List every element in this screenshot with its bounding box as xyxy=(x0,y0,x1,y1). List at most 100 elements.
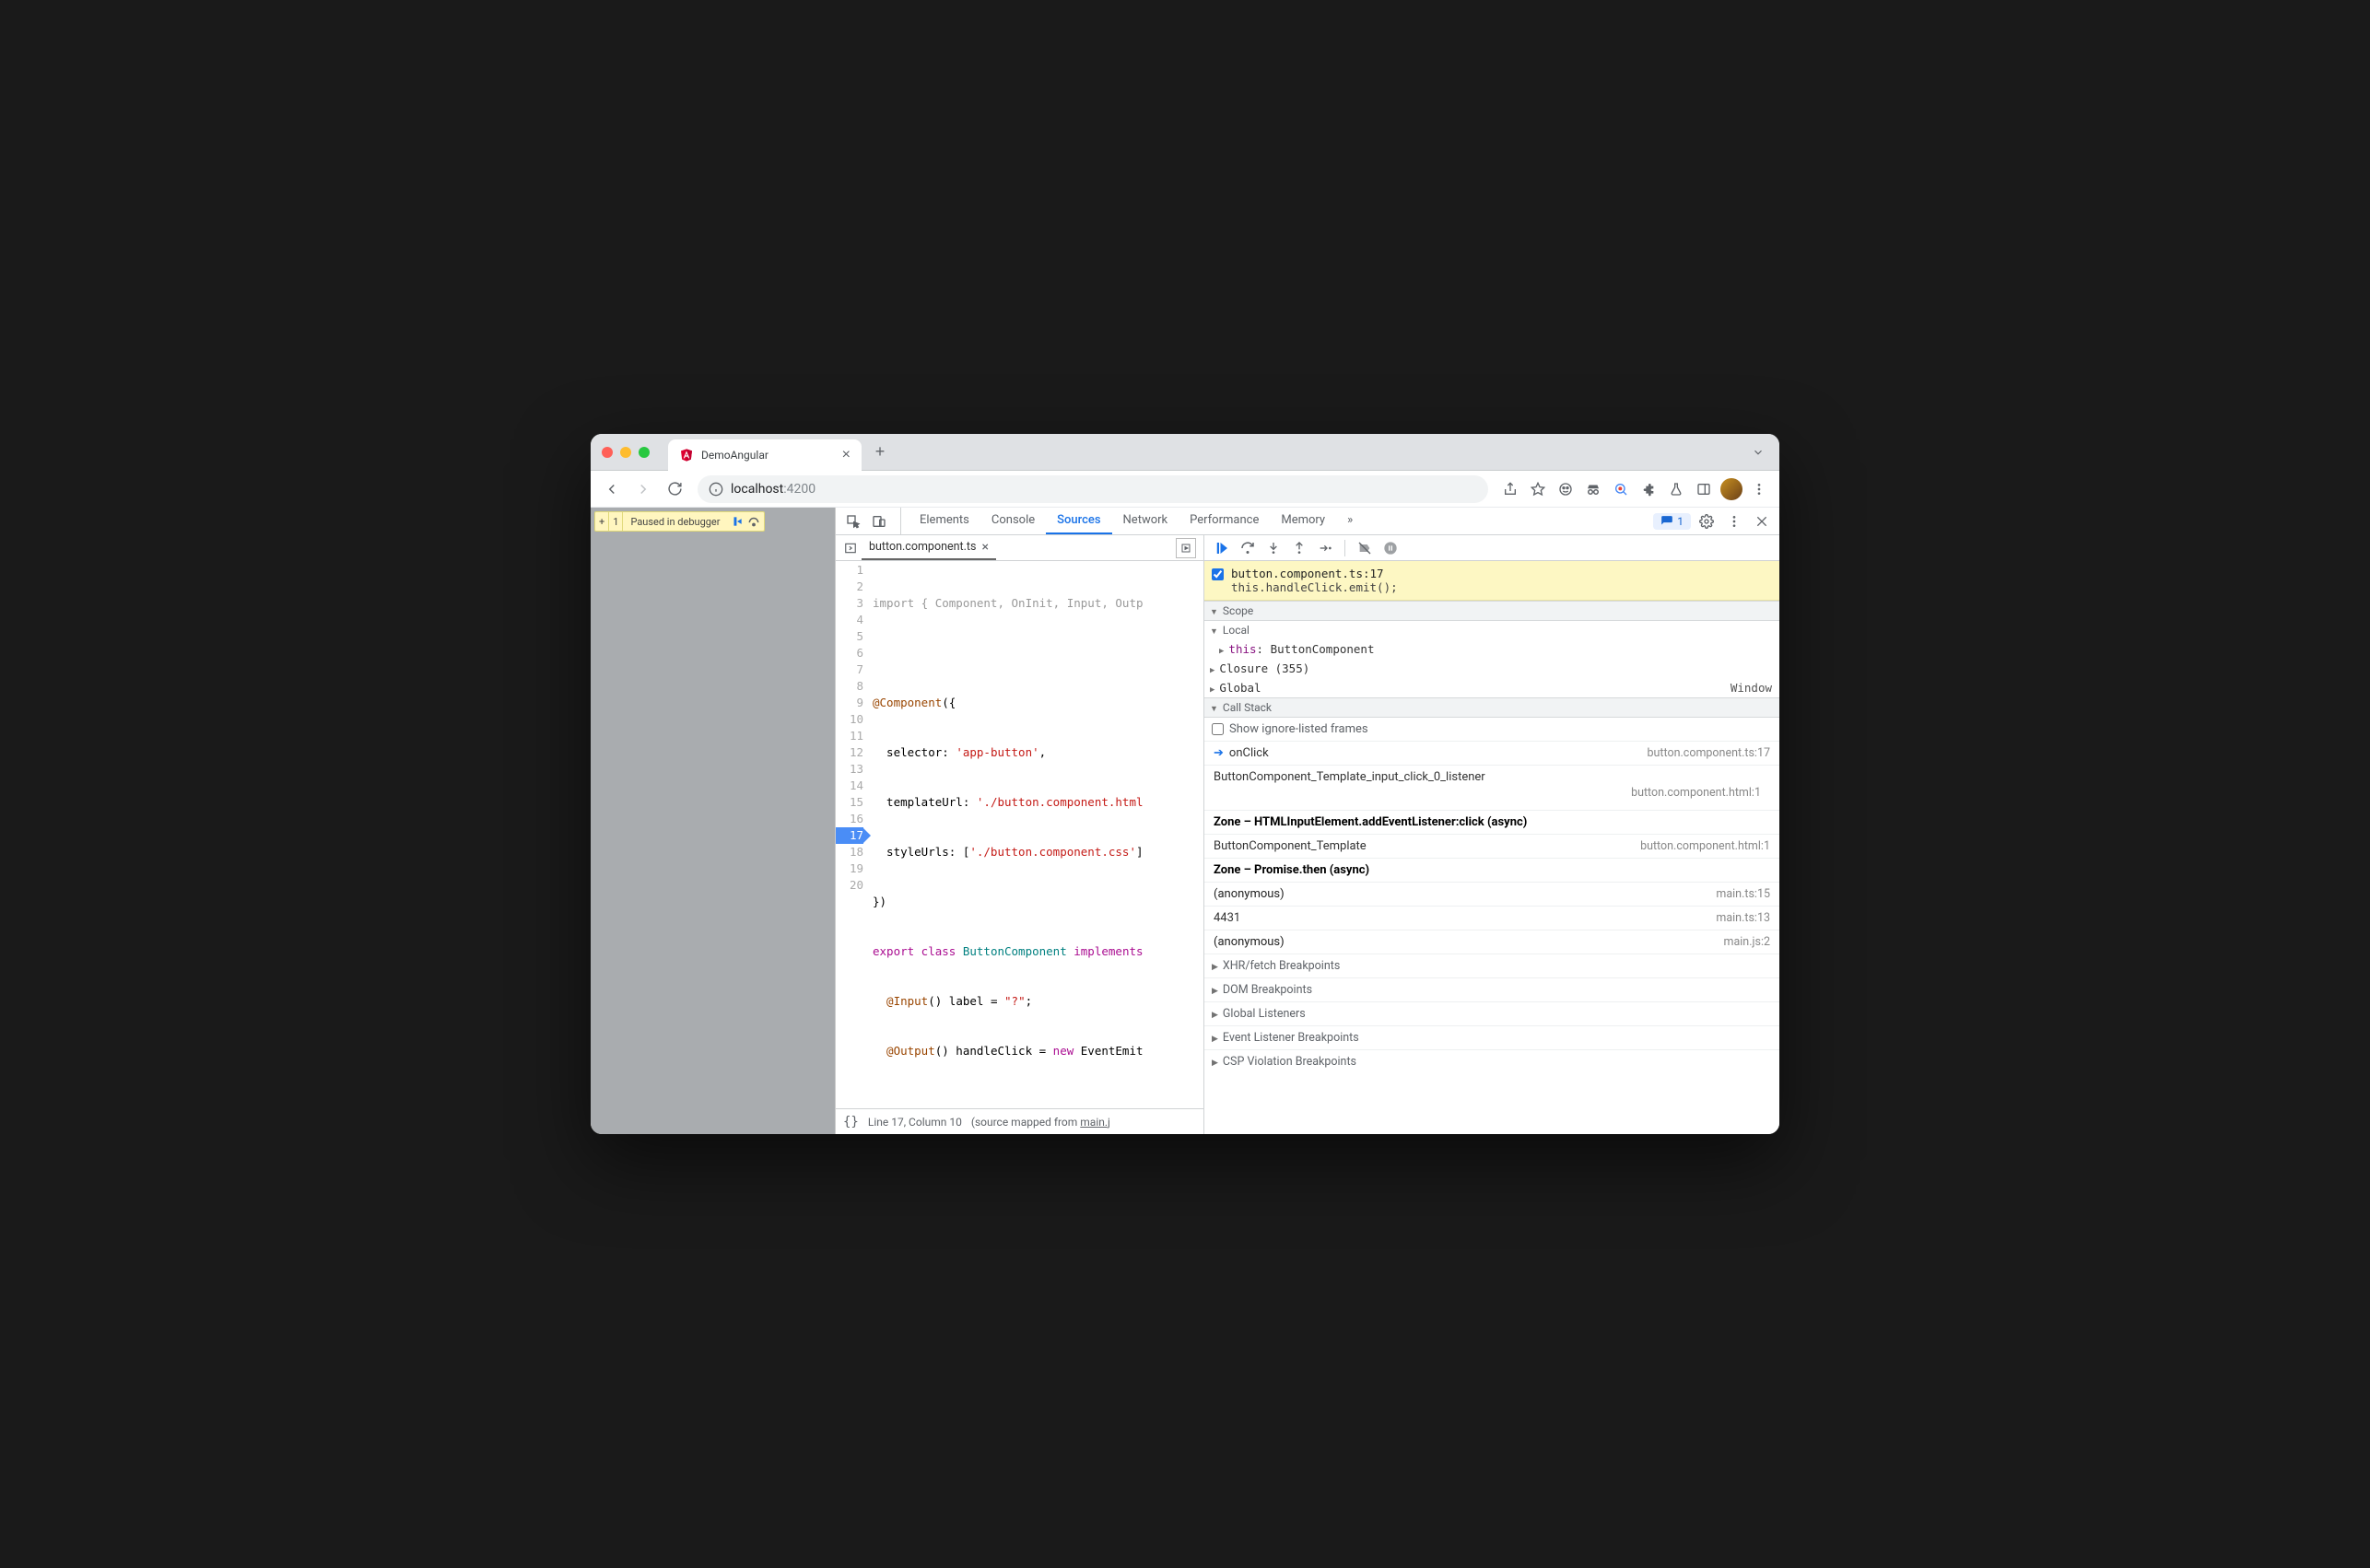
global-listeners-header[interactable]: Global Listeners xyxy=(1204,1001,1779,1025)
debugger-toolbar xyxy=(1204,535,1779,561)
traffic-lights xyxy=(602,447,650,458)
csp-breakpoints-header[interactable]: CSP Violation Breakpoints xyxy=(1204,1049,1779,1073)
source-mapped-from: (source mapped from main.j xyxy=(971,1116,1110,1129)
tab-bar: DemoAngular × + xyxy=(668,434,1768,470)
browser-menu-icon[interactable] xyxy=(1746,475,1772,503)
pretty-print-button[interactable]: {} xyxy=(843,1115,859,1129)
paused-resume-icon[interactable] xyxy=(731,515,744,528)
share-icon[interactable] xyxy=(1497,475,1523,503)
inspect-element-icon[interactable] xyxy=(841,509,865,533)
devtools-panel: Elements Console Sources Network Perform… xyxy=(835,508,1779,1134)
stack-frame[interactable]: (anonymous)main.ts:15 xyxy=(1204,882,1779,906)
ignore-frames-checkbox[interactable] xyxy=(1212,723,1224,735)
tab-console[interactable]: Console xyxy=(980,508,1046,534)
url-text: localhost:4200 xyxy=(731,482,815,497)
tab-memory[interactable]: Memory xyxy=(1270,508,1336,534)
devtools-menu-icon[interactable] xyxy=(1722,508,1746,535)
page-viewport: + 1 Paused in debugger xyxy=(591,508,835,1134)
stack-frame[interactable]: ➔ onClick button.component.ts:17 xyxy=(1204,741,1779,765)
issues-count: 1 xyxy=(1677,515,1684,528)
ext-incognito-icon[interactable] xyxy=(1580,475,1606,503)
devtools-header: Elements Console Sources Network Perform… xyxy=(836,508,1779,535)
close-tab-button[interactable]: × xyxy=(842,447,851,463)
address-bar[interactable]: localhost:4200 xyxy=(698,475,1488,503)
paused-stepover-icon[interactable] xyxy=(747,515,760,528)
tab-title: DemoAngular xyxy=(701,449,768,462)
toolbar-icons xyxy=(1497,475,1772,503)
deactivate-breakpoints-button[interactable] xyxy=(1353,537,1377,559)
event-listener-breakpoints-header[interactable]: Event Listener Breakpoints xyxy=(1204,1025,1779,1049)
scope-global-row[interactable]: GlobalWindow xyxy=(1204,678,1779,697)
device-toolbar-icon[interactable] xyxy=(867,509,891,533)
show-ignored-frames[interactable]: Show ignore-listed frames xyxy=(1204,718,1779,741)
debugger-panel: button.component.ts:17 this.handleClick.… xyxy=(1204,535,1779,1134)
line-gutter[interactable]: 1234567891011121314151617181920 xyxy=(836,561,869,1108)
paused-text: Paused in debugger xyxy=(623,516,727,528)
callstack-header[interactable]: Call Stack xyxy=(1204,697,1779,718)
labs-icon[interactable] xyxy=(1663,475,1689,503)
step-over-button[interactable] xyxy=(1236,537,1260,559)
tab-network[interactable]: Network xyxy=(1112,508,1179,534)
nav-back-button[interactable] xyxy=(598,475,626,503)
scope-header[interactable]: Scope xyxy=(1204,601,1779,621)
scope-closure-row[interactable]: Closure (355) xyxy=(1204,659,1779,678)
profile-avatar[interactable] xyxy=(1719,475,1744,503)
scope-this-row[interactable]: this: ButtonComponent xyxy=(1204,639,1779,659)
step-into-button[interactable] xyxy=(1261,537,1285,559)
issues-chip[interactable]: 1 xyxy=(1653,513,1691,530)
tab-sources[interactable]: Sources xyxy=(1046,508,1111,534)
ext1-icon[interactable] xyxy=(1553,475,1578,503)
new-tab-button[interactable]: + xyxy=(867,439,893,465)
resume-button[interactable] xyxy=(1210,537,1234,559)
title-bar: DemoAngular × + xyxy=(591,434,1779,471)
source-panel: button.component.ts × 123456789101112131… xyxy=(836,535,1204,1134)
breakpoint-file[interactable]: button.component.ts:17 xyxy=(1231,567,1398,580)
scope-local-header[interactable]: Local xyxy=(1204,621,1779,639)
stack-frame[interactable]: 4431main.ts:13 xyxy=(1204,906,1779,930)
close-window-button[interactable] xyxy=(602,447,613,458)
extensions-icon[interactable] xyxy=(1636,475,1661,503)
nav-forward-button[interactable] xyxy=(629,475,657,503)
xhr-breakpoints-header[interactable]: XHR/fetch Breakpoints xyxy=(1204,954,1779,977)
maximize-window-button[interactable] xyxy=(639,447,650,458)
browser-window: DemoAngular × + localhost:4200 xyxy=(591,434,1779,1134)
navigator-toggle-icon[interactable] xyxy=(839,537,862,559)
stack-frame[interactable]: (anonymous)main.js:2 xyxy=(1204,930,1779,954)
settings-gear-icon[interactable] xyxy=(1695,508,1719,535)
ext-lens-icon[interactable] xyxy=(1608,475,1634,503)
step-out-button[interactable] xyxy=(1287,537,1311,559)
sidepanel-icon[interactable] xyxy=(1691,475,1717,503)
stack-frame[interactable]: ButtonComponent_Templatebutton.component… xyxy=(1204,834,1779,858)
pause-on-exceptions-button[interactable] xyxy=(1379,537,1402,559)
source-status-bar: {} Line 17, Column 10 (source mapped fro… xyxy=(836,1108,1203,1134)
reload-button[interactable] xyxy=(661,475,688,503)
source-file-tab[interactable]: button.component.ts × xyxy=(862,535,996,560)
current-frame-arrow-icon: ➔ xyxy=(1214,746,1224,760)
close-file-icon[interactable]: × xyxy=(981,540,988,555)
dom-breakpoints-header[interactable]: DOM Breakpoints xyxy=(1204,977,1779,1001)
devtools-close-icon[interactable] xyxy=(1750,508,1774,535)
tab-elements[interactable]: Elements xyxy=(909,508,980,534)
bookmark-star-icon[interactable] xyxy=(1525,475,1551,503)
tabs-overflow-button[interactable] xyxy=(1748,442,1768,462)
tab-performance[interactable]: Performance xyxy=(1179,508,1270,534)
run-snippet-icon[interactable] xyxy=(1176,538,1196,558)
file-name: button.component.ts xyxy=(869,540,976,554)
site-info-icon[interactable] xyxy=(709,482,723,497)
paused-counter: 1 xyxy=(609,512,623,531)
stack-zone[interactable]: Zone – HTMLInputElement.addEventListener… xyxy=(1204,810,1779,834)
minimize-window-button[interactable] xyxy=(620,447,631,458)
workspace: + 1 Paused in debugger Elements Conso xyxy=(591,508,1779,1134)
paused-plus-button[interactable]: + xyxy=(595,512,609,531)
code-lines[interactable]: import { Component, OnInit, Input, Outp … xyxy=(869,561,1203,1108)
stack-zone[interactable]: Zone – Promise.then (async) xyxy=(1204,858,1779,882)
browser-tab[interactable]: DemoAngular × xyxy=(668,439,862,471)
devtools-body: button.component.ts × 123456789101112131… xyxy=(836,535,1779,1134)
tabs-overflow[interactable]: » xyxy=(1336,508,1364,534)
step-button[interactable] xyxy=(1313,537,1337,559)
breakpoint-checkbox[interactable] xyxy=(1212,568,1224,580)
code-editor[interactable]: 1234567891011121314151617181920 import {… xyxy=(836,561,1203,1108)
paused-in-debugger-banner: + 1 Paused in debugger xyxy=(594,511,765,532)
stack-frame[interactable]: ButtonComponent_Template_input_click_0_l… xyxy=(1204,765,1779,810)
angular-favicon-icon xyxy=(679,448,694,462)
